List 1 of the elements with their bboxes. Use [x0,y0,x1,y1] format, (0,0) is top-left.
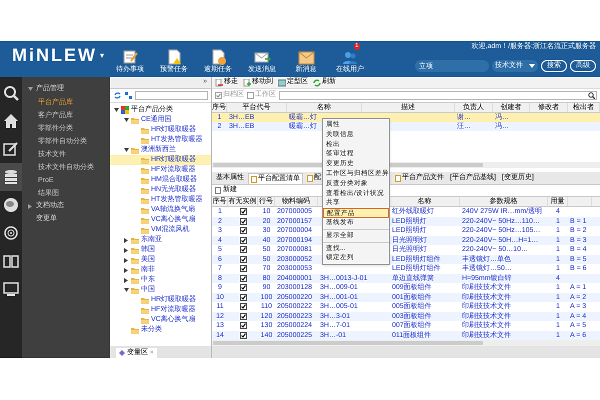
logo-text: MiNLEW [12,44,97,67]
